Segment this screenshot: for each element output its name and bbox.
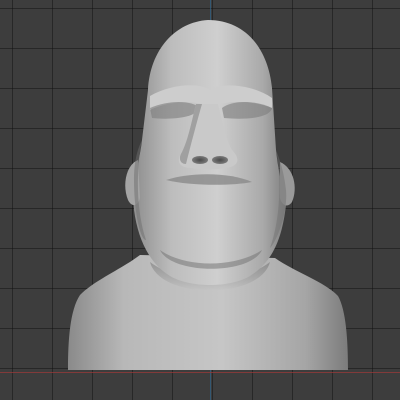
- left-nostril: [192, 156, 208, 164]
- moai-bust-model[interactable]: [0, 0, 400, 400]
- 3d-viewport[interactable]: [0, 0, 400, 400]
- right-nostril: [212, 156, 228, 164]
